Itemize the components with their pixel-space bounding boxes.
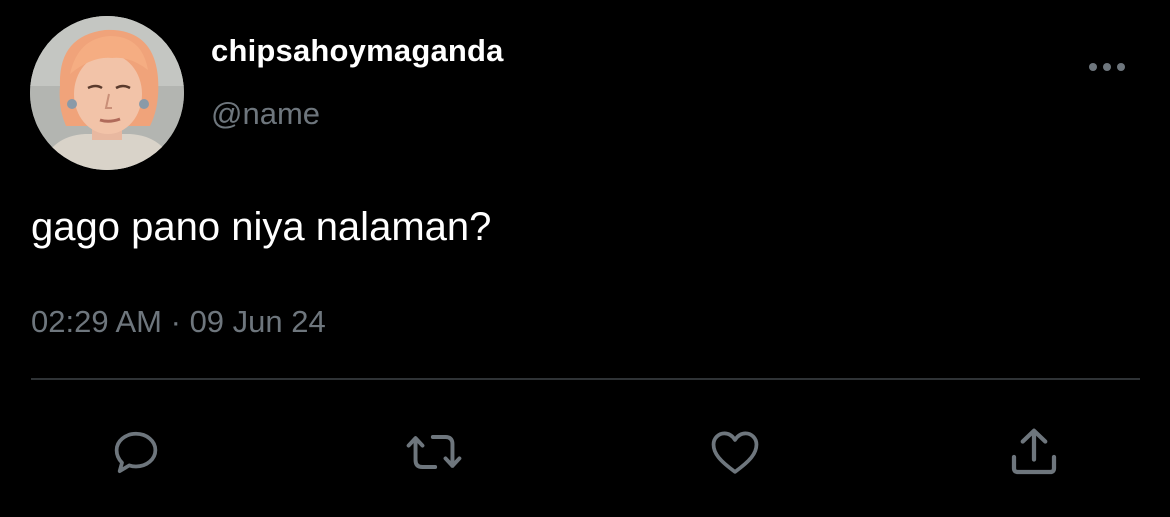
share-icon [1011,428,1057,475]
share-button[interactable] [1002,422,1066,482]
tweet-timestamp[interactable]: 02:29 AM · 09 Jun 24 [31,304,326,340]
more-horizontal-icon [1089,63,1125,71]
tweet-time: 02:29 AM [31,304,162,339]
timestamp-separator: · [170,304,181,339]
avatar[interactable] [30,16,184,170]
tweet-text: gago pano niya nalaman? [31,205,492,249]
retweet-icon [406,435,462,469]
user-handle[interactable]: @name [211,96,320,132]
more-options-button[interactable] [1082,52,1132,82]
tweet-date: 09 Jun 24 [189,304,326,339]
like-button[interactable] [703,422,767,482]
retweet-button[interactable] [402,422,466,482]
reply-icon [114,431,158,473]
avatar-image [30,16,184,170]
reply-button[interactable] [104,422,168,482]
display-name[interactable]: chipsahoymaganda [211,33,504,69]
divider [31,378,1140,380]
like-heart-icon [711,431,759,474]
